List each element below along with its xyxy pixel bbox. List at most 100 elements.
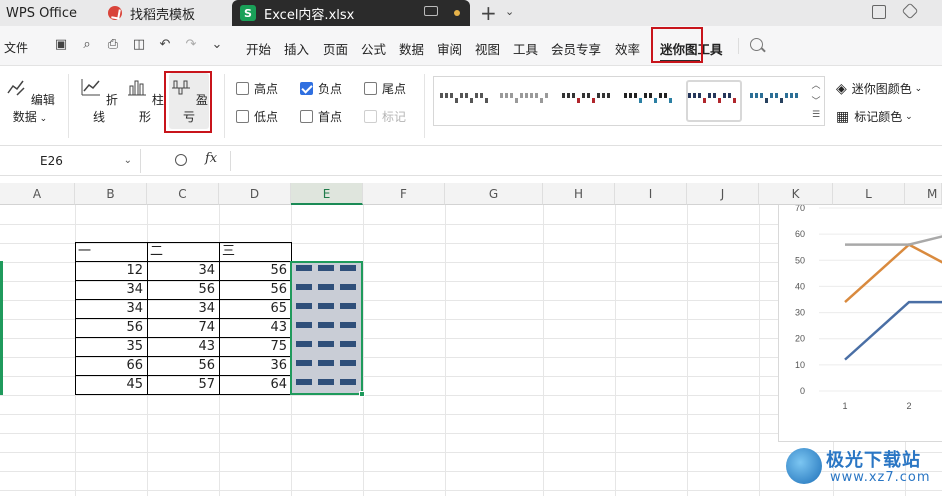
table-cell[interactable]: 35 (75, 337, 147, 356)
table-cell[interactable]: 75 (219, 337, 291, 356)
chevron-up-icon[interactable]: ︿ (808, 78, 824, 91)
print-preview-icon[interactable]: ◫ (132, 38, 146, 52)
menu-home[interactable]: 开始 (246, 39, 271, 58)
table-cell[interactable]: 34 (75, 280, 147, 299)
table-cell[interactable]: 12 (75, 261, 147, 280)
line-sparkline-button[interactable]: 折线 (79, 76, 119, 125)
menu-page[interactable]: 页面 (323, 39, 348, 58)
search-icon[interactable] (750, 38, 763, 51)
column-header-f[interactable]: F (363, 183, 445, 205)
table-cell[interactable]: 56 (147, 280, 219, 299)
function-icon[interactable]: fx (205, 151, 217, 166)
column-sparkline-button[interactable]: 柱形 (125, 76, 165, 125)
table-header-cell[interactable]: 二 (147, 242, 219, 261)
sparkline-range[interactable] (290, 261, 363, 395)
column-header-k[interactable]: K (759, 183, 833, 205)
cube-icon[interactable] (901, 2, 919, 20)
checkbox-box[interactable] (236, 110, 249, 123)
series-line-3[interactable] (845, 229, 942, 246)
negative-point-checkbox[interactable]: 负点 (300, 80, 342, 97)
column-header-a[interactable]: A (0, 183, 75, 205)
chevron-down-icon[interactable]: ⌄ (505, 5, 514, 18)
table-cell[interactable]: 56 (75, 318, 147, 337)
column-header-h[interactable]: H (543, 183, 615, 205)
new-tab-plus-icon[interactable]: + (480, 1, 497, 25)
menu-view[interactable]: 视图 (475, 39, 500, 58)
style-thumb-6[interactable] (750, 91, 802, 105)
gallery-scroll[interactable]: ︿ ﹀ ☰ (808, 76, 824, 126)
gallery-more-icon[interactable]: ☰ (808, 110, 824, 120)
monitor-icon[interactable] (424, 6, 438, 16)
marker-color-button[interactable]: ▦ 标记颜色 ⌄ (836, 108, 913, 125)
style-thumb-2[interactable] (500, 91, 552, 105)
checkbox-box[interactable] (236, 82, 249, 95)
menu-formula[interactable]: 公式 (361, 39, 386, 58)
menu-efficiency[interactable]: 效率 (615, 39, 640, 58)
table-cell[interactable]: 34 (147, 299, 219, 318)
style-thumb-3[interactable] (562, 91, 614, 105)
table-cell[interactable]: 56 (147, 356, 219, 375)
last-point-checkbox[interactable]: 尾点 (364, 80, 406, 97)
chevron-down-icon[interactable]: ⌄ (124, 149, 132, 173)
edit-data-button[interactable]: 编辑数据 ⌄ (0, 76, 60, 125)
table-cell[interactable]: 74 (147, 318, 219, 337)
window-layout-icon[interactable] (872, 5, 886, 19)
column-header-j[interactable]: J (687, 183, 759, 205)
table-cell[interactable]: 65 (219, 299, 291, 318)
table-cell[interactable]: 34 (147, 261, 219, 280)
column-header-m[interactable]: M (905, 183, 942, 205)
zoom-icon[interactable] (175, 154, 187, 166)
style-thumb-4[interactable] (624, 91, 676, 105)
table-cell[interactable]: 66 (75, 356, 147, 375)
embedded-line-chart[interactable]: 70 60 50 40 30 20 10 0 1 2 (778, 203, 942, 442)
redo-icon[interactable]: ↷ (184, 38, 198, 52)
table-cell[interactable]: 43 (147, 337, 219, 356)
series-line-1[interactable] (844, 300, 942, 361)
table-cell[interactable]: 57 (147, 375, 219, 394)
template-tab[interactable]: 找稻壳模板 (96, 0, 228, 26)
menu-tools[interactable]: 工具 (513, 39, 538, 58)
excel-file-tab[interactable]: S Excel内容.xlsx (232, 0, 470, 26)
menu-member[interactable]: 会员专享 (551, 39, 601, 58)
table-header-cell[interactable]: 一 (75, 242, 147, 261)
menu-data[interactable]: 数据 (399, 39, 424, 58)
table-cell[interactable]: 45 (75, 375, 147, 394)
sparkline-color-button[interactable]: ◈ 迷你图颜色 ⌄ (836, 80, 922, 97)
name-box[interactable]: E26 ⌄ (0, 149, 141, 173)
column-header-i[interactable]: I (615, 183, 687, 205)
table-cell[interactable]: 36 (219, 356, 291, 375)
wps-office-tab[interactable]: WPS Office (6, 0, 77, 26)
print-icon[interactable]: ⎙ (106, 38, 120, 52)
column-header-c[interactable]: C (147, 183, 219, 205)
column-header-l[interactable]: L (833, 183, 905, 205)
table-header-cell[interactable]: 三 (219, 242, 291, 261)
checkbox-box[interactable] (364, 82, 377, 95)
chevron-down-icon[interactable]: ⌄ (210, 38, 224, 52)
style-thumb-5[interactable] (688, 91, 740, 105)
table-cell[interactable]: 34 (75, 299, 147, 318)
column-header-g[interactable]: G (445, 183, 543, 205)
table-cell[interactable]: 56 (219, 261, 291, 280)
table-cell[interactable]: 56 (219, 280, 291, 299)
column-header-b[interactable]: B (75, 183, 147, 205)
menu-insert[interactable]: 插入 (284, 39, 309, 58)
style-thumb-1[interactable] (440, 91, 492, 105)
table-cell[interactable]: 43 (219, 318, 291, 337)
menu-file[interactable]: 文件 (4, 39, 28, 56)
fill-handle[interactable] (359, 391, 365, 397)
low-point-checkbox[interactable]: 低点 (236, 108, 278, 125)
checkbox-checked-icon[interactable] (300, 82, 313, 95)
undo-icon[interactable]: ↶ (158, 38, 172, 52)
high-point-checkbox[interactable]: 高点 (236, 80, 278, 97)
column-header-d[interactable]: D (219, 183, 291, 205)
save-icon[interactable]: ▣ (54, 38, 68, 52)
checkbox-box[interactable] (300, 110, 313, 123)
series-line-2[interactable] (844, 243, 942, 304)
menu-review[interactable]: 审阅 (437, 39, 462, 58)
table-cell[interactable]: 64 (219, 375, 291, 394)
export-icon[interactable]: ⌕ (80, 38, 94, 52)
first-point-checkbox[interactable]: 首点 (300, 108, 342, 125)
column-header-e[interactable]: E (291, 183, 363, 205)
chevron-down-icon[interactable]: ﹀ (808, 94, 824, 107)
sparkline-style-gallery[interactable] (433, 76, 825, 126)
